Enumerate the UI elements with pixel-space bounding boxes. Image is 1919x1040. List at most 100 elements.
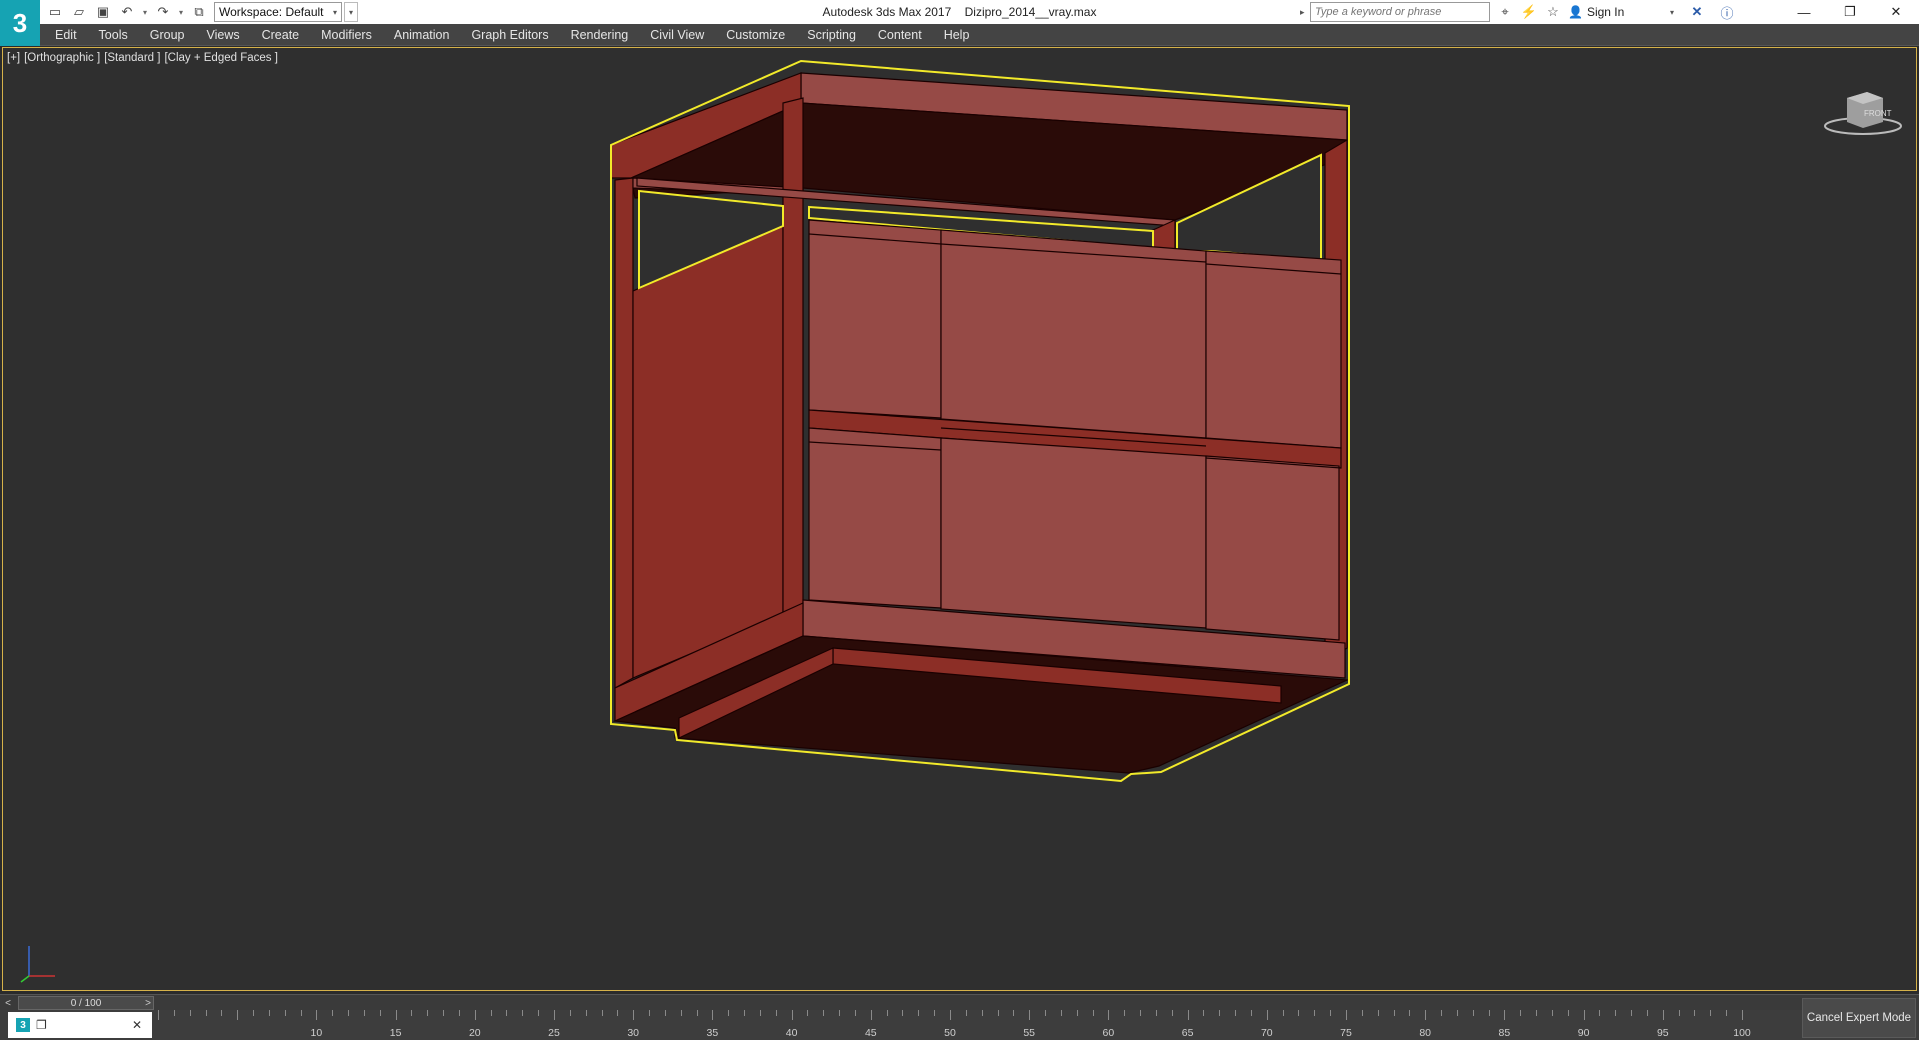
close-mini-icon[interactable]: ✕: [132, 1018, 142, 1032]
menu-group[interactable]: Group: [139, 24, 196, 46]
trackbar-tick: [1187, 1010, 1189, 1020]
menu-tools[interactable]: Tools: [88, 24, 139, 46]
trackbar-tick: [1060, 1010, 1062, 1016]
help-icons: ✕ ⓘ: [1686, 2, 1738, 22]
binoculars-icon[interactable]: ⌖: [1494, 2, 1516, 22]
app-logo-button[interactable]: 3: [0, 0, 40, 46]
trackbar-tick: [633, 1010, 635, 1020]
trackbar-tick-label: 90: [1577, 1027, 1590, 1039]
drawer-lower-left: [808, 427, 942, 609]
scene-render[interactable]: [3, 48, 1918, 992]
menu-customize[interactable]: Customize: [715, 24, 796, 46]
menu-rendering[interactable]: Rendering: [560, 24, 640, 46]
trackbar-tick: [205, 1010, 207, 1016]
workspace-select[interactable]: Workspace: Default ▾: [214, 2, 342, 22]
menu-scripting[interactable]: Scripting: [796, 24, 867, 46]
open-file-icon[interactable]: ▱: [68, 2, 90, 22]
project-icon[interactable]: ⧉: [188, 2, 210, 22]
trackbar-tick: [1235, 1010, 1237, 1016]
redo-icon[interactable]: ↷: [152, 2, 174, 22]
trackbar-tick: [173, 1010, 175, 1016]
restore-icon[interactable]: ❐: [1827, 0, 1873, 24]
menu-bar: Edit Tools Group Views Create Modifiers …: [0, 24, 1919, 46]
search-expand-icon[interactable]: ▸: [1300, 3, 1310, 21]
trackbar-tick: [1472, 1010, 1474, 1016]
menu-modifiers[interactable]: Modifiers: [310, 24, 383, 46]
trackbar-tick: [981, 1010, 983, 1016]
customize-toolbar-icon[interactable]: ▾: [344, 2, 358, 22]
trackbar-tick: [522, 1010, 524, 1016]
app-logo-text: 3: [12, 7, 28, 38]
trackbar-tick: [1536, 1010, 1538, 1016]
trackbar-tick: [1393, 1010, 1395, 1016]
trackbar-ruler[interactable]: 10 15 20 25 30 35 40 45 50 55 60 65 70 75 80 85 90 95 100: [158, 1010, 1751, 1040]
trackbar-tick: [1361, 1010, 1363, 1016]
trackbar-tick: [775, 1010, 777, 1016]
window-controls: — ❐ ✕: [1781, 0, 1919, 24]
time-slider[interactable]: < 0 / 100 >: [0, 994, 1919, 1010]
menu-graph-editors[interactable]: Graph Editors: [460, 24, 559, 46]
trackbar-tick: [332, 1010, 334, 1016]
restore-mini-icon[interactable]: ❐: [36, 1018, 47, 1032]
menu-views[interactable]: Views: [195, 24, 250, 46]
viewcube[interactable]: FRONT: [1823, 78, 1903, 138]
trackbar-tick-label: 15: [389, 1027, 402, 1039]
exchange-apps-icon[interactable]: ✕: [1686, 2, 1708, 22]
trackbar-tick-label: 30: [627, 1027, 640, 1039]
trackbar-tick: [1520, 1010, 1522, 1016]
close-icon[interactable]: ✕: [1873, 0, 1919, 24]
time-slider-next-button[interactable]: >: [142, 996, 154, 1010]
redo-dropdown-icon[interactable]: ▾: [176, 2, 186, 22]
trackbar-tick-label: 80: [1419, 1027, 1432, 1039]
cabinet-left-post: [782, 97, 804, 616]
orthographic-viewport[interactable]: [+] [Orthographic ] [Standard ] [Clay + …: [2, 47, 1917, 991]
trackbar-tick: [1282, 1010, 1284, 1016]
trackbar-tick: [253, 1010, 255, 1016]
trackbar-tick: [712, 1010, 714, 1020]
menu-create[interactable]: Create: [251, 24, 311, 46]
trackbar-tick: [918, 1010, 920, 1016]
minimize-icon[interactable]: —: [1781, 0, 1827, 24]
sign-in-button[interactable]: 👤 Sign In: [1568, 2, 1624, 22]
time-slider-prev-button[interactable]: <: [2, 996, 14, 1010]
trackbar-tick: [1409, 1010, 1411, 1016]
trackbar-tick: [189, 1010, 191, 1016]
menu-edit[interactable]: Edit: [44, 24, 88, 46]
trackbar-tick: [950, 1010, 951, 1020]
trackbar-tick: [221, 1010, 223, 1016]
trackbar-tick: [902, 1010, 904, 1016]
trackbar-tick: [1377, 1010, 1379, 1016]
cabinet-model[interactable]: [610, 72, 1350, 774]
trackbar-tick: [791, 1010, 793, 1020]
infocenter-icons: ⌖ ⚡ ☆: [1494, 2, 1564, 22]
sign-in-dropdown-icon[interactable]: ▾: [1670, 2, 1674, 22]
trackbar-tick: [1330, 1010, 1332, 1016]
save-icon[interactable]: ▣: [92, 2, 114, 22]
trackbar-tick: [1488, 1010, 1490, 1016]
trackbar-tick-label: 50: [944, 1027, 956, 1039]
favorites-star-icon[interactable]: ☆: [1542, 2, 1564, 22]
help-icon[interactable]: ⓘ: [1716, 2, 1738, 22]
trackbar-tick: [1646, 1010, 1648, 1016]
drawer-upper-middle: [940, 229, 1207, 439]
menu-help[interactable]: Help: [933, 24, 981, 46]
cancel-expert-mode-button[interactable]: Cancel Expert Mode: [1802, 998, 1916, 1038]
menu-civil-view[interactable]: Civil View: [639, 24, 715, 46]
communication-center-icon[interactable]: ⚡: [1518, 2, 1540, 22]
menu-content[interactable]: Content: [867, 24, 933, 46]
trackbar-tick: [759, 1010, 761, 1016]
trackbar-tick-label: 95: [1656, 1027, 1669, 1039]
search-input[interactable]: [1310, 2, 1490, 22]
new-file-icon[interactable]: ▭: [44, 2, 66, 22]
trackbar-tick: [1678, 1010, 1680, 1016]
trackbar-tick: [1551, 1010, 1553, 1016]
trackbar-tick: [1662, 1010, 1664, 1020]
undo-icon[interactable]: ↶: [116, 2, 138, 22]
trackbar-tick-label: 60: [1102, 1027, 1115, 1039]
menu-animation[interactable]: Animation: [383, 24, 461, 46]
trackbar-tick: [649, 1010, 651, 1016]
trackbar-tick: [1346, 1010, 1347, 1020]
undo-dropdown-icon[interactable]: ▾: [140, 2, 150, 22]
taskbar-thumbnail[interactable]: 3 ❐ ✕: [8, 1012, 152, 1038]
time-slider-thumb[interactable]: 0 / 100: [18, 996, 154, 1010]
